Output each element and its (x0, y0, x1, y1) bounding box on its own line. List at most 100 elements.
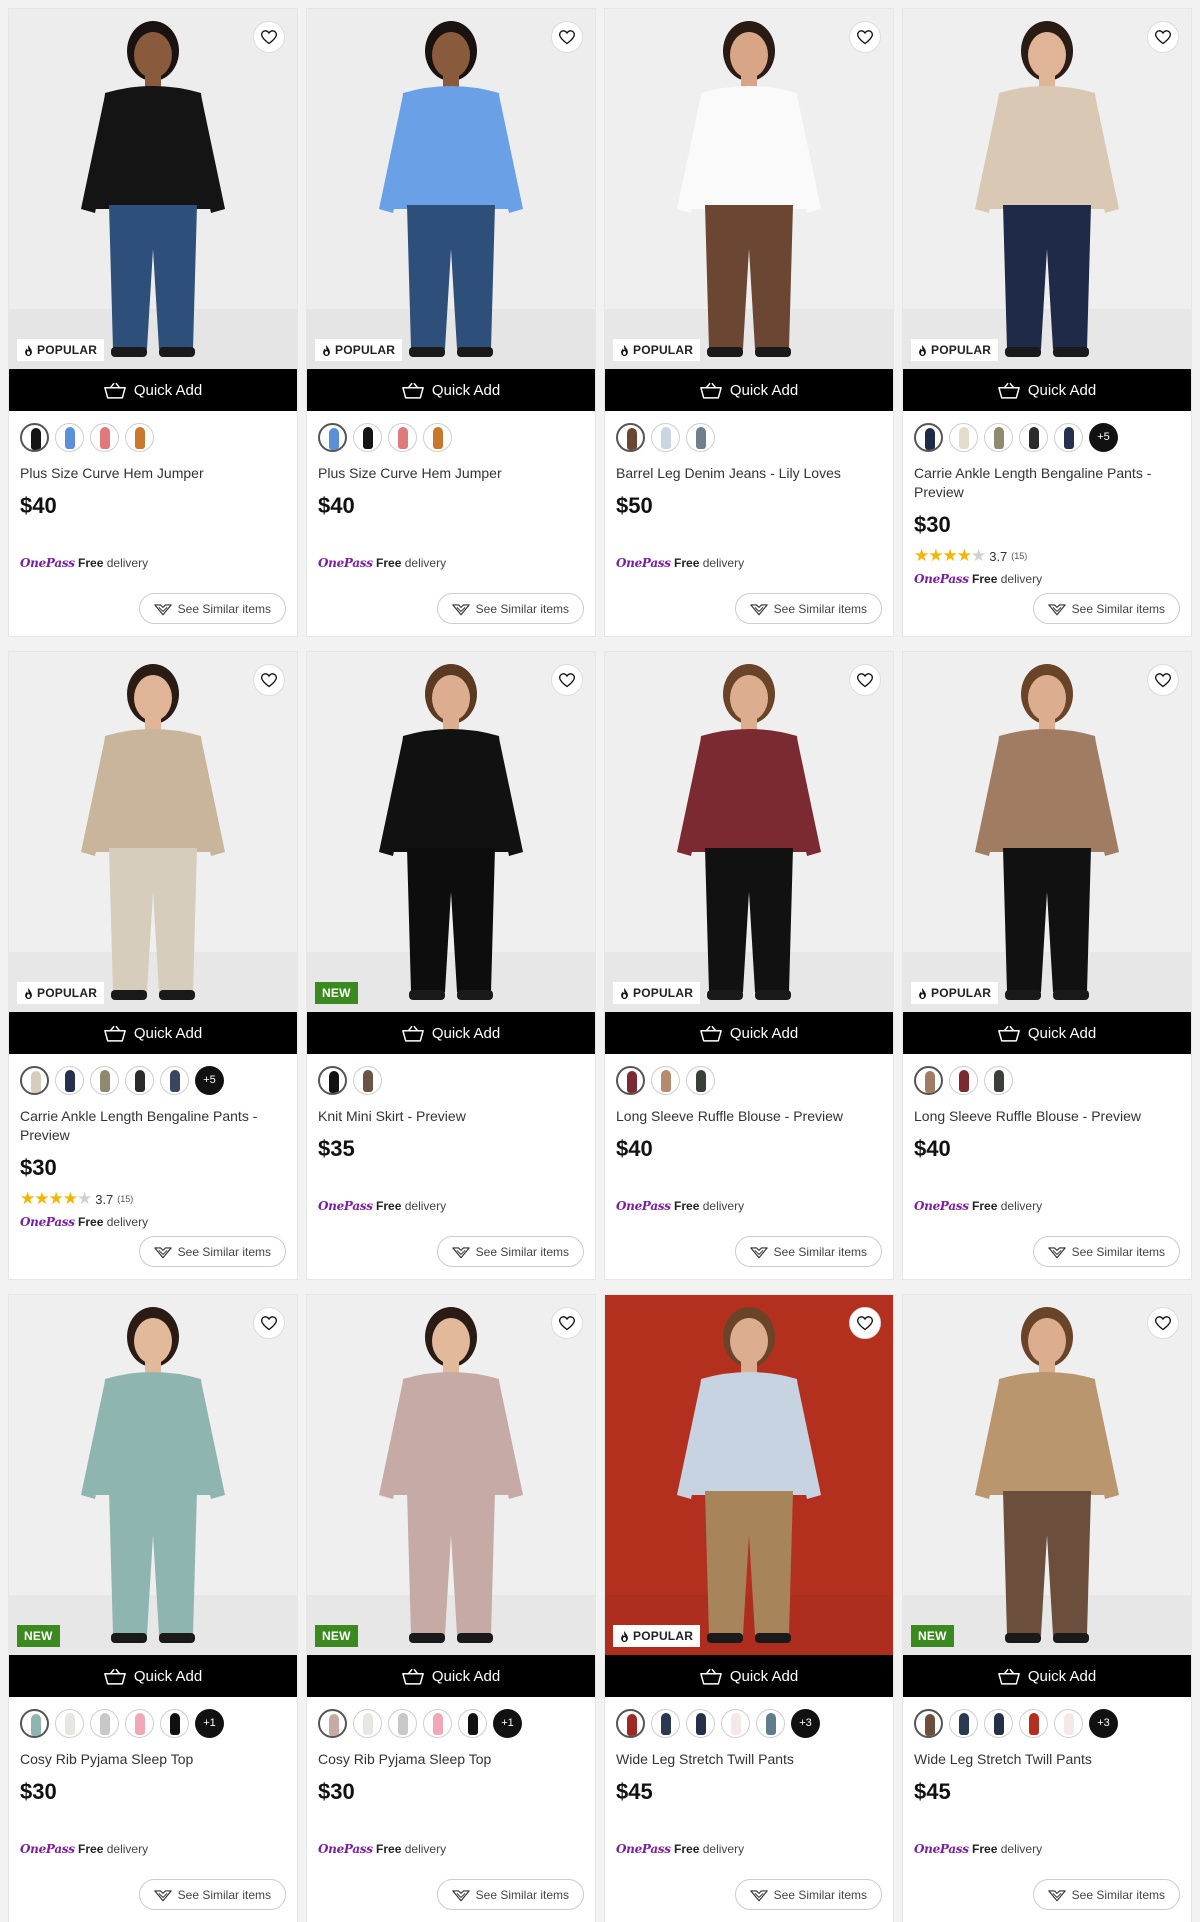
colour-swatch[interactable] (55, 1065, 84, 1095)
wishlist-button[interactable] (1147, 664, 1179, 696)
product-name[interactable]: Plus Size Curve Hem Jumper (318, 464, 584, 483)
product-card[interactable]: POPULAR Quick Add Plus Size Curve Hem Jump… (9, 9, 297, 636)
colour-swatch[interactable] (20, 422, 49, 452)
see-similar-button[interactable]: See Similar items (734, 1236, 882, 1267)
colour-swatch[interactable] (1019, 422, 1048, 452)
product-name[interactable]: Cosy Rib Pyjama Sleep Top (318, 1750, 584, 1769)
quick-add-button[interactable]: Quick Add (605, 1655, 893, 1697)
colour-swatch[interactable] (388, 1708, 417, 1738)
product-image[interactable]: POPULAR (9, 652, 297, 1012)
product-card[interactable]: POPULAR Quick Add Long Sleeve Ruffle Blous… (903, 652, 1191, 1279)
wishlist-button[interactable] (849, 1307, 881, 1339)
product-image[interactable]: NEW (307, 1295, 595, 1655)
quick-add-button[interactable]: Quick Add (605, 369, 893, 411)
product-card[interactable]: POPULAR Quick Add Long Sleeve Ruffle Blous… (605, 652, 893, 1279)
colour-swatch[interactable] (458, 1708, 487, 1738)
colour-swatch[interactable] (353, 1708, 382, 1738)
more-colours-button[interactable]: +5 (1089, 422, 1118, 452)
colour-swatch[interactable] (125, 422, 154, 452)
product-card[interactable]: POPULAR Quick Add +3 Wide Leg Stretch Twill… (605, 1295, 893, 1922)
see-similar-button[interactable]: See Similar items (1032, 593, 1180, 624)
quick-add-button[interactable]: Quick Add (903, 1655, 1191, 1697)
product-image[interactable]: NEW (903, 1295, 1191, 1655)
colour-swatch[interactable] (651, 422, 680, 452)
colour-swatch[interactable] (949, 422, 978, 452)
wishlist-button[interactable] (551, 664, 583, 696)
product-image[interactable]: POPULAR (605, 9, 893, 369)
more-colours-button[interactable]: +3 (791, 1708, 820, 1738)
quick-add-button[interactable]: Quick Add (307, 1012, 595, 1054)
colour-swatch[interactable] (90, 422, 119, 452)
quick-add-button[interactable]: Quick Add (9, 369, 297, 411)
wishlist-button[interactable] (253, 664, 285, 696)
product-name[interactable]: Long Sleeve Ruffle Blouse - Preview (616, 1107, 882, 1126)
colour-swatch[interactable] (686, 1708, 715, 1738)
product-card[interactable]: POPULAR Quick Add +5 Carrie Ankle Length Be… (903, 9, 1191, 636)
more-colours-button[interactable]: +1 (493, 1708, 522, 1738)
wishlist-button[interactable] (849, 664, 881, 696)
product-card[interactable]: NEW Quick Add +1 Cosy Rib Pyjama Sleep Top $… (9, 1295, 297, 1922)
colour-swatch[interactable] (984, 1708, 1013, 1738)
product-card[interactable]: NEW Quick Add +1 Cosy Rib Pyjama Sleep Top $… (307, 1295, 595, 1922)
product-name[interactable]: Cosy Rib Pyjama Sleep Top (20, 1750, 286, 1769)
colour-swatch[interactable] (318, 422, 347, 452)
product-name[interactable]: Long Sleeve Ruffle Blouse - Preview (914, 1107, 1180, 1126)
quick-add-button[interactable]: Quick Add (307, 369, 595, 411)
product-card[interactable]: POPULAR Quick Add Barrel Leg Denim Jeans -… (605, 9, 893, 636)
colour-swatch[interactable] (20, 1065, 49, 1095)
product-name[interactable]: Knit Mini Skirt - Preview (318, 1107, 584, 1126)
colour-swatch[interactable] (160, 1708, 189, 1738)
product-card[interactable]: NEW Quick Add Knit Mini Skirt - Preview $35… (307, 652, 595, 1279)
see-similar-button[interactable]: See Similar items (436, 593, 584, 624)
colour-swatch[interactable] (55, 1708, 84, 1738)
product-image[interactable]: POPULAR (307, 9, 595, 369)
colour-swatch[interactable] (914, 1065, 943, 1095)
see-similar-button[interactable]: See Similar items (138, 1236, 286, 1267)
colour-swatch[interactable] (616, 422, 645, 452)
colour-swatch[interactable] (160, 1065, 189, 1095)
see-similar-button[interactable]: See Similar items (436, 1879, 584, 1910)
colour-swatch[interactable] (616, 1708, 645, 1738)
wishlist-button[interactable] (551, 1307, 583, 1339)
see-similar-button[interactable]: See Similar items (1032, 1879, 1180, 1910)
colour-swatch[interactable] (318, 1708, 347, 1738)
colour-swatch[interactable] (388, 422, 417, 452)
wishlist-button[interactable] (253, 1307, 285, 1339)
see-similar-button[interactable]: See Similar items (734, 593, 882, 624)
colour-swatch[interactable] (616, 1065, 645, 1095)
wishlist-button[interactable] (551, 21, 583, 53)
quick-add-button[interactable]: Quick Add (605, 1012, 893, 1054)
wishlist-button[interactable] (849, 21, 881, 53)
product-image[interactable]: POPULAR (903, 9, 1191, 369)
wishlist-button[interactable] (253, 21, 285, 53)
colour-swatch[interactable] (90, 1065, 119, 1095)
product-card[interactable]: POPULAR Quick Add +5 Carrie Ankle Length Be… (9, 652, 297, 1279)
wishlist-button[interactable] (1147, 21, 1179, 53)
colour-swatch[interactable] (20, 1708, 49, 1738)
colour-swatch[interactable] (1019, 1708, 1048, 1738)
quick-add-button[interactable]: Quick Add (307, 1655, 595, 1697)
product-image[interactable]: NEW (9, 1295, 297, 1655)
colour-swatch[interactable] (914, 1708, 943, 1738)
see-similar-button[interactable]: See Similar items (734, 1879, 882, 1910)
colour-swatch[interactable] (721, 1708, 750, 1738)
see-similar-button[interactable]: See Similar items (436, 1236, 584, 1267)
see-similar-button[interactable]: See Similar items (138, 593, 286, 624)
colour-swatch[interactable] (914, 422, 943, 452)
quick-add-button[interactable]: Quick Add (903, 1012, 1191, 1054)
colour-swatch[interactable] (651, 1065, 680, 1095)
colour-swatch[interactable] (984, 422, 1013, 452)
product-name[interactable]: Wide Leg Stretch Twill Pants (616, 1750, 882, 1769)
see-similar-button[interactable]: See Similar items (1032, 1236, 1180, 1267)
colour-swatch[interactable] (949, 1065, 978, 1095)
wishlist-button[interactable] (1147, 1307, 1179, 1339)
product-name[interactable]: Carrie Ankle Length Bengaline Pants - Pr… (20, 1107, 286, 1145)
colour-swatch[interactable] (125, 1708, 154, 1738)
colour-swatch[interactable] (55, 422, 84, 452)
product-image[interactable]: POPULAR (903, 652, 1191, 1012)
quick-add-button[interactable]: Quick Add (9, 1012, 297, 1054)
product-card[interactable]: NEW Quick Add +3 Wide Leg Stretch Twill Pan… (903, 1295, 1191, 1922)
colour-swatch[interactable] (1054, 1708, 1083, 1738)
product-name[interactable]: Barrel Leg Denim Jeans - Lily Loves (616, 464, 882, 483)
see-similar-button[interactable]: See Similar items (138, 1879, 286, 1910)
